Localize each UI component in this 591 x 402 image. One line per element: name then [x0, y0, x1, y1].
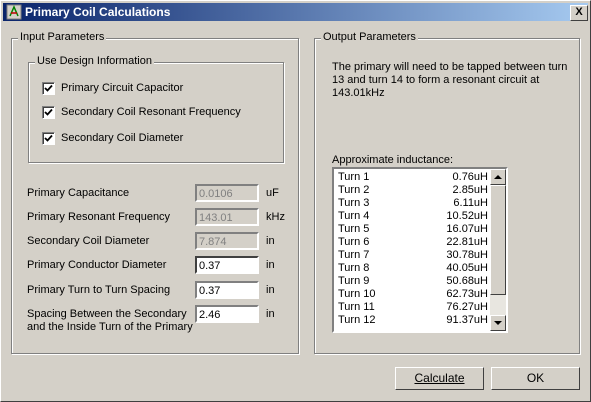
- label-secondary-primary-spacing-line1: Spacing Between the Secondary: [27, 308, 187, 320]
- primary-turn-spacing-field[interactable]: 0.37: [195, 281, 259, 299]
- unit-primary-resonant-frequency: kHz: [266, 211, 285, 223]
- inductance-value: 50.68uH: [446, 275, 488, 287]
- checkbox-label-secondary-coil-diameter: Secondary Coil Diameter: [61, 132, 184, 144]
- inductance-value: 16.07uH: [446, 223, 488, 235]
- inductance-value: 30.78uH: [446, 249, 488, 261]
- checkbox-label-secondary-coil-resonant-frequency: Secondary Coil Resonant Frequency: [61, 106, 241, 118]
- inductance-list[interactable]: Turn 1 0.76uH Turn 2 2.85uH Turn 3 6.11uH Turn…: [332, 167, 508, 333]
- scroll-thumb[interactable]: [490, 185, 506, 295]
- checkmark-icon: [44, 84, 53, 92]
- app-icon: [6, 4, 22, 20]
- turn-label: Turn 1: [338, 171, 370, 183]
- list-item[interactable]: Turn 7 30.78uH: [338, 249, 488, 262]
- unit-secondary-primary-spacing: in: [266, 308, 275, 320]
- secondary-primary-spacing-field[interactable]: 2.46: [195, 305, 259, 323]
- label-primary-conductor-diameter: Primary Conductor Diameter: [27, 259, 167, 271]
- output-message-line3: 143.01kHz: [332, 87, 385, 99]
- output-message-line2: 13 and turn 14 to form a resonant circui…: [332, 74, 540, 86]
- scroll-up-button[interactable]: [490, 169, 506, 185]
- calculate-button[interactable]: Calculate: [395, 367, 484, 390]
- unit-primary-capacitance: uF: [266, 187, 279, 199]
- output-message-line1: The primary will need to be tapped betwe…: [332, 61, 568, 73]
- inductance-value: 91.37uH: [446, 314, 488, 326]
- unit-primary-conductor-diameter: in: [266, 259, 275, 271]
- inductance-value: 6.11uH: [453, 197, 488, 209]
- label-primary-turn-spacing: Primary Turn to Turn Spacing: [27, 284, 171, 296]
- label-primary-resonant-frequency: Primary Resonant Frequency: [27, 211, 171, 223]
- label-primary-capacitance: Primary Capacitance: [27, 187, 130, 199]
- dialog-window: Primary Coil Calculations X Input Parame…: [0, 0, 591, 402]
- turn-label: Turn 6: [338, 236, 370, 248]
- list-item[interactable]: Turn 8 40.05uH: [338, 262, 488, 275]
- turn-label: Turn 3: [338, 197, 370, 209]
- list-scrollbar[interactable]: [490, 169, 506, 331]
- close-button[interactable]: X: [570, 5, 588, 21]
- input-parameters-label: Input Parameters: [18, 31, 107, 43]
- inductance-value: 40.05uH: [446, 262, 488, 274]
- list-item[interactable]: Turn 3 6.11uH: [338, 197, 488, 210]
- window-title: Primary Coil Calculations: [25, 5, 171, 19]
- ok-button[interactable]: OK: [491, 367, 580, 390]
- list-item[interactable]: Turn 5 16.07uH: [338, 223, 488, 236]
- checkmark-icon: [44, 108, 53, 116]
- unit-primary-turn-spacing: in: [266, 284, 275, 296]
- turn-label: Turn 9: [338, 275, 370, 287]
- arrow-down-icon: [494, 321, 502, 325]
- list-item[interactable]: Turn 9 50.68uH: [338, 275, 488, 288]
- list-item[interactable]: Turn 11 76.27uH: [338, 301, 488, 314]
- list-item[interactable]: Turn 10 62.73uH: [338, 288, 488, 301]
- turn-label: Turn 5: [338, 223, 370, 235]
- label-secondary-coil-diameter: Secondary Coil Diameter: [27, 235, 150, 247]
- checkbox-secondary-coil-diameter[interactable]: [42, 132, 55, 145]
- turn-label: Turn 10: [338, 288, 376, 300]
- title-bar[interactable]: Primary Coil Calculations X: [3, 3, 588, 21]
- turn-label: Turn 12: [338, 314, 376, 326]
- label-secondary-primary-spacing-line2: and the Inside Turn of the Primary: [27, 321, 193, 333]
- checkmark-icon: [44, 134, 53, 142]
- primary-conductor-diameter-field[interactable]: 0.37: [195, 256, 259, 274]
- unit-secondary-coil-diameter: in: [266, 235, 275, 247]
- arrow-up-icon: [494, 175, 502, 179]
- inductance-value: 2.85uH: [452, 184, 488, 196]
- inductance-value: 10.52uH: [446, 210, 488, 222]
- list-item[interactable]: Turn 6 22.81uH: [338, 236, 488, 249]
- list-item[interactable]: Turn 12 91.37uH: [338, 314, 488, 327]
- list-item[interactable]: Turn 4 10.52uH: [338, 210, 488, 223]
- turn-label: Turn 8: [338, 262, 370, 274]
- primary-capacitance-field[interactable]: 0.0106: [195, 184, 259, 202]
- turn-label: Turn 4: [338, 210, 370, 222]
- calculate-button-label: Calculate: [414, 371, 465, 385]
- primary-resonant-frequency-field[interactable]: 143.01: [195, 208, 259, 226]
- close-icon: X: [575, 6, 583, 18]
- checkbox-secondary-coil-resonant-frequency[interactable]: [42, 106, 55, 119]
- list-item[interactable]: Turn 2 2.85uH: [338, 184, 488, 197]
- inductance-value: 62.73uH: [446, 288, 488, 300]
- inductance-value: 76.27uH: [446, 301, 488, 313]
- scroll-down-button[interactable]: [490, 315, 506, 331]
- output-parameters-label: Output Parameters: [321, 31, 418, 43]
- turn-label: Turn 7: [338, 249, 370, 261]
- inductance-value: 22.81uH: [446, 236, 488, 248]
- use-design-information-label: Use Design Information: [35, 55, 154, 67]
- approximate-inductance-label: Approximate inductance:: [332, 154, 454, 166]
- checkbox-label-primary-circuit-capacitor: Primary Circuit Capacitor: [61, 82, 184, 94]
- list-item[interactable]: Turn 1 0.76uH: [338, 171, 488, 184]
- turn-label: Turn 2: [338, 184, 370, 196]
- checkbox-primary-circuit-capacitor[interactable]: [42, 82, 55, 95]
- secondary-coil-diameter-field[interactable]: 7.874: [195, 232, 259, 250]
- turn-label: Turn 11: [338, 301, 375, 313]
- ok-button-label: OK: [526, 371, 545, 385]
- inductance-value: 0.76uH: [452, 171, 488, 183]
